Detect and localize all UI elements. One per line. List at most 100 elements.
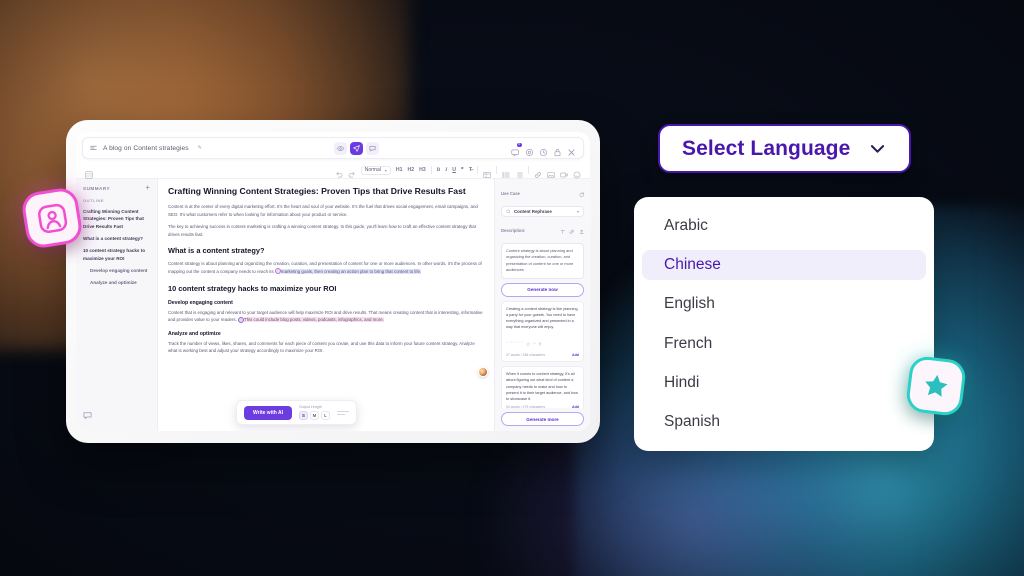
description-row: Description: — [501, 221, 584, 239]
italic-icon[interactable]: I — [445, 167, 447, 173]
article-subheading: Develop engaging content — [168, 299, 233, 306]
description-label: Description: — [501, 227, 526, 233]
plus-icon[interactable]: + — [145, 184, 150, 192]
article-paragraph: Track the number of views, likes, shares… — [168, 340, 475, 354]
eye-icon[interactable] — [333, 141, 347, 155]
upload-icon[interactable] — [579, 221, 585, 239]
article-paragraph-highlighted: Content strategy is about planning and o… — [168, 260, 484, 275]
result-tools: ☆☆☆☆☆ — [506, 333, 579, 351]
document-body: SUMMARY + OUTLINE Crafting Winning Conte… — [76, 179, 590, 431]
video-icon[interactable] — [560, 166, 568, 178]
comment-bubble-icon[interactable] — [83, 407, 150, 425]
outline-item[interactable]: 10 content strategy hacks to maximize yo… — [83, 247, 150, 262]
select-language-label: Select Language — [682, 136, 851, 160]
header-action-icons: 0 — [511, 142, 576, 156]
article-title: Crafting Winning Content Strategies: Pro… — [168, 186, 466, 196]
redo-icon[interactable] — [348, 166, 356, 178]
generate-more-button[interactable]: Generate more — [501, 412, 584, 426]
result-card[interactable]: Creating a content strategy is like plan… — [501, 300, 584, 363]
select-language-button[interactable]: Select Language — [658, 124, 911, 173]
language-dropdown-list: Arabic Chinese English French Hindi Span… — [634, 197, 934, 451]
add-result-button[interactable]: Add — [572, 353, 579, 357]
toolbar-divider — [430, 166, 432, 174]
use-case-label: Use Case — [501, 190, 520, 196]
outline-item[interactable]: Analyze and optimize — [83, 279, 150, 286]
editor-toolbar: Normal ▾ H1 H2 H3 B I U ❞ T̶ — [76, 162, 590, 179]
user-portrait-icon — [19, 185, 85, 251]
article-subheading: Analyze and optimize — [168, 330, 221, 337]
heading-h3-button[interactable]: H3 — [419, 167, 426, 173]
highlighted-text: marketing goals, then creating an action… — [280, 269, 422, 275]
toolbar-divider-3 — [496, 166, 497, 174]
gear-icon[interactable] — [525, 144, 534, 156]
copy-icon[interactable] — [526, 333, 530, 351]
tablet-device-frame: A blog on Content strategies ✎ 0 Normal … — [66, 120, 600, 443]
chevron-down-icon: ▾ — [576, 209, 579, 214]
pencil-icon[interactable]: ✎ — [198, 145, 202, 151]
link-icon[interactable] — [532, 333, 536, 351]
length-option-l[interactable]: L — [321, 411, 330, 420]
bold-icon[interactable]: B — [437, 167, 440, 173]
ai-right-panel: Use Case Content Rephrase ▾ Description: — [494, 179, 590, 431]
dropdown-option-french[interactable]: French — [642, 329, 926, 359]
outline-item[interactable]: Crafting Winning Content Strategies: Pro… — [83, 208, 150, 230]
result-text: Creating a content strategy is like plan… — [506, 306, 578, 330]
description-textarea[interactable]: Content strategy is about planning and o… — [501, 243, 584, 279]
close-icon[interactable] — [567, 144, 576, 156]
heading-h1-button[interactable]: H1 — [396, 167, 403, 173]
layout-panel-icon[interactable] — [85, 166, 93, 179]
write-with-ai-button[interactable]: Write with AI — [244, 405, 292, 420]
use-case-select[interactable]: Content Rephrase ▾ — [501, 206, 584, 217]
link-icon[interactable] — [534, 166, 542, 178]
emoji-icon[interactable] — [573, 166, 581, 179]
chevron-down-icon[interactable] — [868, 139, 887, 158]
image-icon[interactable] — [547, 166, 555, 178]
underline-icon[interactable]: U — [452, 167, 456, 173]
dropdown-option-spanish[interactable]: Spanish — [642, 407, 926, 437]
collaborator-cursor-icon — [238, 316, 245, 323]
length-option-m[interactable]: M — [310, 411, 319, 420]
dropdown-option-english[interactable]: English — [642, 289, 926, 319]
description-action-icons — [560, 221, 585, 239]
link-icon[interactable] — [569, 221, 575, 239]
dropdown-option-chinese[interactable]: Chinese — [642, 250, 926, 281]
strikethrough-icon[interactable]: T̶ — [469, 167, 472, 173]
align-left-icon[interactable] — [90, 139, 97, 157]
delete-icon[interactable] — [538, 333, 542, 351]
result-card[interactable]: When it comes to content strategy, it's … — [501, 366, 584, 408]
numbered-list-icon[interactable] — [515, 166, 523, 178]
paper-plane-icon[interactable] — [349, 141, 363, 155]
outline-sidebar: SUMMARY + OUTLINE Crafting Winning Conte… — [76, 179, 158, 431]
text-format-icon[interactable] — [560, 221, 566, 239]
document-title[interactable]: A blog on Content strategies — [103, 145, 189, 152]
document-header: A blog on Content strategies ✎ 0 — [82, 137, 584, 159]
article-heading: 10 content strategy hacks to maximize yo… — [168, 283, 337, 293]
clock-history-icon[interactable] — [539, 144, 548, 156]
bullet-list-icon[interactable] — [502, 166, 510, 178]
refresh-icon[interactable] — [579, 184, 585, 202]
generate-now-button[interactable]: Generate now — [501, 282, 584, 297]
length-option-s[interactable]: S — [299, 411, 308, 420]
outline-item[interactable]: What is a content strategy? — [83, 235, 150, 242]
outline-item[interactable]: Develop engaging content — [83, 267, 150, 274]
star-icon — [904, 354, 968, 418]
heading-h2-button[interactable]: H2 — [408, 167, 415, 173]
quote-icon[interactable]: ❞ — [461, 167, 464, 173]
add-result-button[interactable]: Add — [572, 405, 579, 408]
table-icon[interactable] — [483, 166, 491, 178]
undo-icon[interactable] — [335, 166, 343, 178]
dropdown-option-arabic[interactable]: Arabic — [642, 211, 926, 241]
article-paragraph: The key to achieving success in content … — [168, 224, 476, 237]
comment-icon[interactable] — [365, 141, 379, 155]
summary-header: SUMMARY + — [83, 184, 150, 192]
dropdown-option-hindi[interactable]: Hindi — [642, 368, 926, 398]
write-with-ai-toolbar: Write with AI Output Length S M L — [236, 400, 357, 425]
toolbar-divider-2 — [477, 166, 478, 174]
chat-notification-icon[interactable]: 0 — [511, 142, 522, 156]
article-content[interactable]: Crafting Winning Content Strategies: Pro… — [158, 179, 494, 431]
rating-stars[interactable]: ☆☆☆☆☆ — [506, 340, 524, 344]
paragraph-style-select[interactable]: Normal ▾ — [360, 165, 391, 175]
lock-icon[interactable] — [553, 144, 562, 156]
result-meta: 27 words / 186 characters — [506, 353, 546, 358]
slider-icon[interactable] — [337, 409, 349, 417]
